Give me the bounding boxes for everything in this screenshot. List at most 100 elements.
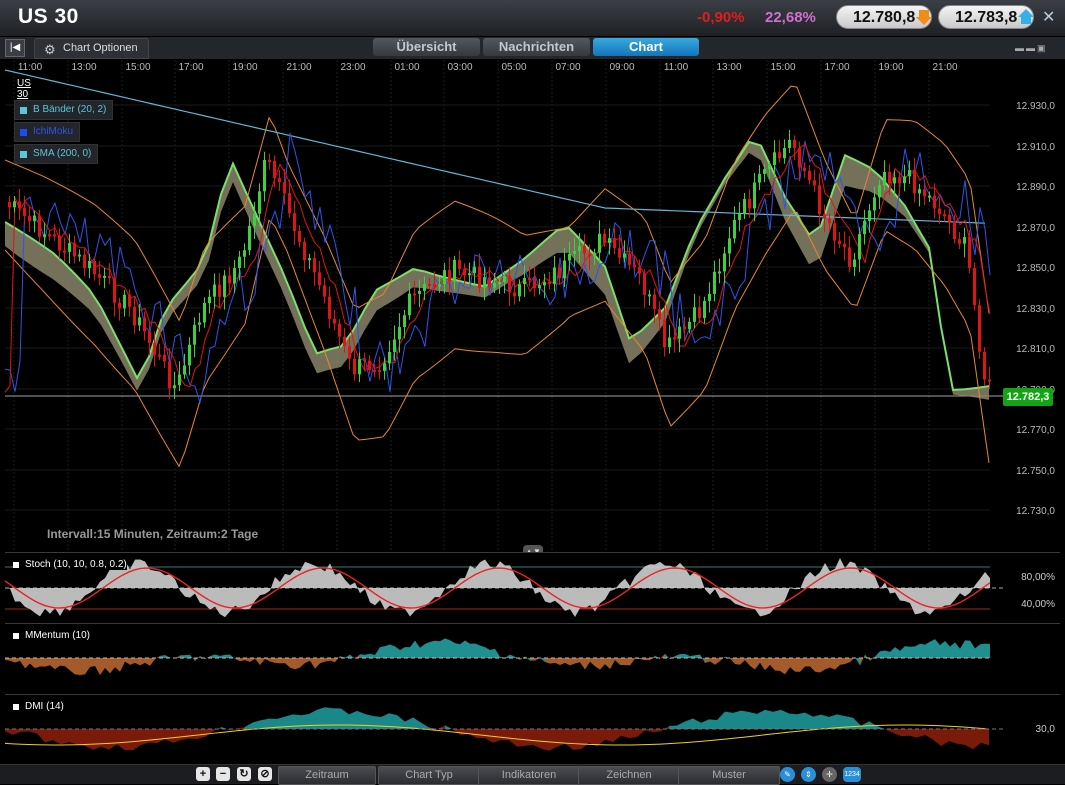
momentum-bar (930, 639, 935, 658)
candle-body (728, 238, 731, 254)
candle-body (373, 369, 376, 372)
sell-price-button[interactable]: 12.780,8 (836, 5, 932, 29)
momentum-bar (775, 658, 780, 671)
window-controls-icon[interactable]: ▬▬▣ (1015, 43, 1048, 54)
main-chart-panel[interactable]: 11:00 13:00 15:00 17:00 19:00 21:00 23:00 01:00… (5, 60, 1060, 550)
momentum-bar (800, 658, 805, 672)
momentum-bar (450, 640, 455, 658)
momentum-bar (960, 640, 965, 658)
price-axis-label: 12.750,0 (1016, 466, 1055, 477)
tab-overview[interactable]: Übersicht (373, 38, 480, 56)
momentum-bar (120, 658, 125, 672)
dmi-area (549, 729, 557, 751)
price-axis-label: 12.770,0 (1016, 425, 1055, 436)
candle-body (788, 139, 791, 149)
momentum-bar (275, 658, 280, 664)
dmi-panel[interactable]: 30,0 DMI (14) (5, 694, 1060, 763)
dmi-area (685, 718, 693, 729)
candle-body (938, 208, 941, 215)
time-axis-label: 15:00 (125, 62, 150, 73)
momentum-bar (600, 658, 605, 670)
dmi-area (621, 729, 629, 739)
momentum-bar (570, 658, 575, 666)
momentum-bar (475, 643, 480, 658)
dmi-area (973, 729, 981, 750)
candle-body (948, 214, 951, 222)
momentum-bar (770, 658, 775, 671)
candle-body (268, 159, 271, 162)
candle-body (558, 267, 561, 279)
momentum-bar (225, 654, 230, 658)
dmi-area (925, 729, 933, 740)
zoom-in-icon[interactable]: + (196, 767, 210, 781)
tab-drawing[interactable]: Zeichnen (578, 766, 680, 785)
momentum-bar (80, 658, 85, 676)
stoch-panel[interactable]: 80,00% 40,00% Stoch (10, 10, 0.8, 0.2) (5, 552, 1060, 621)
legend-sma[interactable]: SMA (200, 0) (14, 144, 99, 164)
zoom-out-icon[interactable]: − (216, 767, 230, 781)
legend-bollinger[interactable]: B Bänder (20, 2) (14, 100, 114, 120)
price-tag-icon[interactable]: 1234 (843, 767, 861, 782)
arrows-icon[interactable]: ⇕ (801, 767, 816, 782)
momentum-bar (750, 658, 755, 670)
dmi-area (477, 729, 485, 739)
dmi-area (781, 709, 789, 729)
momentum-bar (605, 658, 610, 669)
candle-body (523, 278, 526, 285)
candle-body (723, 253, 726, 272)
momentum-bar (715, 658, 720, 665)
close-icon[interactable]: ✕ (1042, 7, 1055, 27)
disable-icon[interactable]: ⊘ (258, 767, 272, 781)
candle-body (178, 374, 181, 386)
dmi-area (965, 729, 973, 750)
stoch-label[interactable]: Stoch (10, 10, 0.8, 0.2) (13, 559, 127, 570)
candle-body (773, 152, 776, 166)
candle-body (598, 233, 601, 253)
momentum-bar (560, 658, 565, 666)
tab-news[interactable]: Nachrichten (483, 38, 590, 56)
candle-body (233, 268, 236, 284)
candle-body (483, 277, 486, 288)
dmi-area (37, 729, 45, 743)
time-axis-label: 19:00 (232, 62, 257, 73)
refresh-icon[interactable]: ↻ (237, 767, 251, 781)
candle-body (223, 275, 226, 297)
dmi-area (461, 729, 469, 736)
legend-ichimoku[interactable]: IchiMoku (14, 122, 81, 142)
momentum-bar (885, 650, 890, 658)
collapse-panel-icon[interactable]: |◀ (5, 39, 25, 57)
tab-chart-type[interactable]: Chart Typ (378, 766, 480, 785)
momentum-bar (595, 658, 600, 670)
chart-options-button[interactable]: ⚙ Chart Optionen (34, 38, 149, 59)
candle-body (873, 197, 876, 211)
pencil-icon[interactable]: ✎ (780, 767, 795, 782)
main-chart[interactable]: 11:00 13:00 15:00 17:00 19:00 21:00 23:00 01:00… (5, 60, 1060, 550)
momentum-bar (745, 658, 750, 666)
candle-body (783, 148, 786, 159)
crosshair-icon[interactable]: ✛ (822, 767, 837, 782)
tab-timeframe[interactable]: Zeitraum (278, 766, 376, 785)
dmi-area (13, 729, 21, 735)
tab-indicators[interactable]: Indikatoren (478, 766, 580, 785)
momentum-bar (785, 658, 790, 675)
candle-body (383, 363, 386, 371)
buy-price-button[interactable]: 12.783,8 (938, 5, 1034, 29)
candle-body (803, 167, 806, 171)
momentum-bar (470, 643, 475, 658)
momentum-bar (280, 658, 285, 664)
candle-body (93, 260, 96, 275)
momentum-bar (130, 658, 135, 665)
candle-body (423, 283, 426, 291)
dmi-area (309, 709, 317, 729)
dmi-label[interactable]: DMI (14) (13, 701, 64, 712)
momentum-label[interactable]: MMentum (10) (13, 630, 91, 641)
dmi-area (533, 729, 541, 749)
candle-body (988, 379, 991, 382)
momentum-bar (485, 647, 490, 658)
tab-chart[interactable]: Chart (593, 38, 699, 56)
momentum-panel[interactable]: MMentum (10) (5, 623, 1060, 692)
time-axis-label: 05:00 (501, 62, 526, 73)
momentum-bar (735, 658, 740, 665)
momentum-bar (315, 658, 320, 669)
tab-patterns[interactable]: Muster (678, 766, 780, 785)
